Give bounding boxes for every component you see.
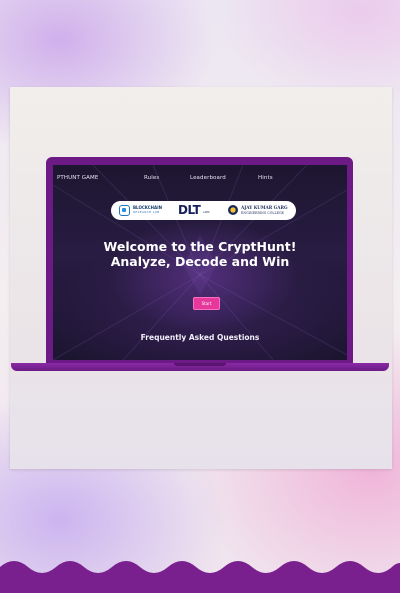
blockchain-lab-logo: BLOCKCHAIN RESEARCH LAB — [119, 205, 167, 217]
hero-line-1: Welcome to the CryptHunt! — [103, 239, 297, 254]
sponsor-logo-strip: BLOCKCHAIN RESEARCH LAB DLT LABS AJAY KU… — [111, 201, 296, 220]
blockchain-logo-subtitle: RESEARCH LAB — [133, 210, 160, 214]
nav-item-leaderboard[interactable]: Leaderboard — [190, 175, 226, 181]
nav-item-rules[interactable]: Rules — [144, 175, 159, 181]
college-logo-subtitle: ENGINEERING COLLEGE — [241, 211, 284, 215]
laptop-notch — [174, 363, 226, 366]
nav-item-hints[interactable]: Hints — [258, 175, 273, 181]
laptop-screen: PTHUNT GAME Rules Leaderboard Hints BLOC… — [53, 165, 347, 360]
dlt-logo-subtitle: LABS — [203, 211, 210, 214]
start-button[interactable]: Start — [193, 297, 220, 310]
dlt-logo-title: DLT — [178, 203, 201, 217]
college-logo: AJAY KUMAR GARG ENGINEERING COLLEGE — [228, 204, 294, 218]
blockchain-hex-icon — [119, 205, 130, 216]
college-logo-name: AJAY KUMAR GARG — [241, 205, 288, 210]
college-seal-icon — [228, 205, 238, 215]
faq-heading: Frequently Asked Questions — [140, 333, 260, 342]
hero-headline: Welcome to the CryptHunt! Analyze, Decod… — [53, 239, 347, 269]
top-nav: PTHUNT GAME Rules Leaderboard Hints — [53, 175, 347, 185]
nav-brand[interactable]: PTHUNT GAME — [57, 175, 98, 181]
hero-line-2: Analyze, Decode and Win — [110, 254, 290, 269]
page-background: PTHUNT GAME Rules Leaderboard Hints BLOC… — [0, 0, 400, 593]
dlt-logo: DLT LABS — [178, 203, 218, 218]
bottom-wave-border — [0, 561, 400, 593]
